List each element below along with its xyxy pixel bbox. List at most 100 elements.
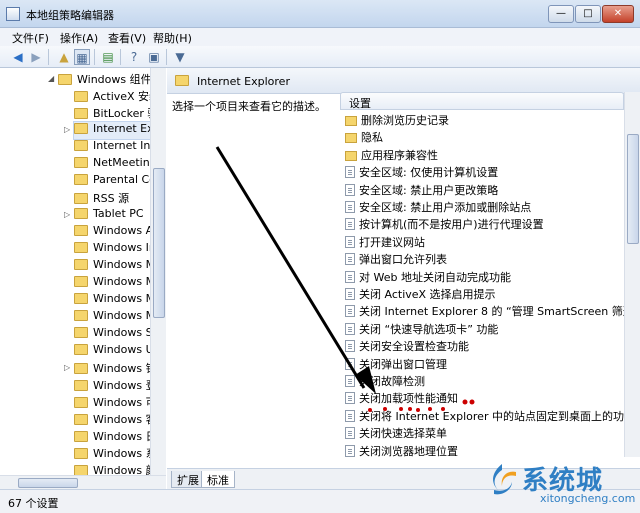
expand-icon[interactable]: ▷ [64, 210, 70, 219]
tree-item[interactable]: ▷ Windows 错 [64, 360, 157, 377]
policy-setting-row[interactable]: 关闭 ActiveX 选择启用提示 [340, 286, 624, 303]
tree-item[interactable]: Windows M [74, 275, 155, 292]
policy-setting-row[interactable]: 安全区域: 禁止用户更改策略 [340, 182, 624, 199]
tree-item[interactable]: Windows 颜 [74, 462, 157, 475]
tree-item[interactable]: Internet Info [74, 139, 161, 156]
tree-item[interactable]: Windows 客 [74, 411, 157, 428]
tree-item-internet-explorer[interactable]: ▷ Internet Exp [64, 121, 162, 140]
policy-setting-row[interactable]: 关闭 “快速导航选项卡” 功能 [340, 321, 624, 338]
tree-item-label: Windows 组件 [77, 73, 152, 86]
description-text: 选择一个项目来查看它的描述。 [172, 100, 326, 113]
policy-setting-row[interactable]: 安全区域: 仅使用计算机设置 [340, 164, 624, 181]
tree-item-label: Windows 可 [93, 396, 157, 409]
tree-item-label: Windows 错 [93, 362, 157, 375]
policy-setting-row[interactable]: 打开建议网站 [340, 234, 624, 251]
scrollbar-thumb[interactable] [153, 168, 165, 318]
tree-item[interactable]: Windows In [74, 241, 156, 258]
policy-setting-row[interactable]: 对 Web 地址关闭自动完成功能 [340, 269, 624, 286]
settings-vertical-scrollbar[interactable] [624, 92, 640, 457]
folder-icon [74, 174, 88, 185]
policy-setting-row[interactable]: 关闭浏览器地理位置 [340, 443, 624, 457]
tree-item-label: Windows Si [93, 326, 156, 339]
tree-item[interactable]: Windows Si [74, 326, 156, 343]
folder-icon [74, 380, 88, 391]
policy-setting-row[interactable]: 安全区域: 禁止用户添加或删除站点 [340, 199, 624, 216]
tab-extended[interactable]: 扩展 [171, 471, 205, 488]
tree-item[interactable]: Parental Co [74, 173, 156, 190]
policy-setting-row[interactable]: 关闭加载项性能通知 [340, 390, 624, 407]
tree-item[interactable]: Windows An [74, 224, 160, 241]
policy-setting-row[interactable]: 关闭故障检测 [340, 373, 624, 390]
folder-icon [74, 259, 88, 270]
tree-item[interactable]: Windows 可 [74, 394, 157, 411]
tree-item-label: BitLocker 驱 [93, 107, 159, 120]
setting-label: 安全区域: 仅使用计算机设置 [359, 166, 499, 180]
tree-item[interactable]: Windows M [74, 258, 155, 275]
policy-setting-row[interactable]: 关闭安全设置检查功能 [340, 338, 624, 355]
settings-folder-row[interactable]: 隐私 [340, 129, 624, 146]
settings-folder-row[interactable]: 应用程序兼容性 [340, 147, 624, 164]
policy-setting-row[interactable]: 按计算机(而不是按用户)进行代理设置 [340, 216, 624, 233]
menu-help[interactable]: 帮助(H) [153, 30, 192, 46]
show-hide-tree-icon[interactable]: ▦ [74, 49, 90, 65]
filter-icon[interactable]: ▼ [172, 49, 188, 65]
policy-setting-row[interactable]: 弹出窗口允许列表 [340, 251, 624, 268]
policy-setting-icon [345, 444, 355, 457]
menu-view[interactable]: 查看(V) [108, 30, 146, 46]
close-button[interactable]: ✕ [602, 5, 634, 23]
setting-label: 关闭安全设置检查功能 [359, 340, 469, 354]
tree-item[interactable]: Windows Up [74, 343, 161, 360]
collapse-icon[interactable]: ◢ [48, 74, 54, 83]
tree-horizontal-scrollbar[interactable] [0, 475, 166, 489]
menu-file[interactable]: 文件(F) [12, 30, 49, 46]
tree-item[interactable]: RSS 源 [74, 190, 129, 207]
up-folder-icon[interactable]: ▲ [56, 49, 72, 65]
folder-icon [74, 157, 88, 168]
folder-icon [58, 74, 72, 85]
policy-setting-icon [345, 340, 355, 353]
tree-vertical-scrollbar[interactable] [150, 68, 166, 475]
folder-icon [74, 448, 88, 459]
expand-icon[interactable]: ▷ [64, 125, 70, 134]
tree-item[interactable]: Windows 日 [74, 428, 157, 445]
setting-label: 隐私 [361, 131, 383, 145]
scrollbar-thumb[interactable] [627, 134, 639, 244]
maximize-button[interactable]: □ [575, 5, 601, 23]
tree-item[interactable]: ActiveX 安装 [74, 88, 160, 105]
tree-item-label: Windows M [93, 292, 156, 305]
expand-icon[interactable]: ▷ [64, 363, 70, 372]
tree-item[interactable]: ▷ Tablet PC [64, 207, 144, 224]
tree-item[interactable]: Windows 系 [74, 445, 157, 462]
tree-item-windows-components[interactable]: ◢ Windows 组件 [48, 71, 152, 88]
menu-action[interactable]: 操作(A) [60, 30, 98, 46]
policy-setting-icon [345, 253, 355, 266]
back-arrow-icon[interactable]: ◀ [10, 49, 26, 65]
tree-item[interactable]: Windows M [74, 292, 155, 309]
policy-setting-icon [345, 183, 355, 196]
column-header-setting[interactable]: 设置 [340, 92, 624, 110]
policy-setting-icon [345, 166, 355, 179]
window-title: 本地组策略编辑器 [26, 9, 114, 22]
policy-setting-row[interactable]: 关闭弹出窗口管理 [340, 356, 624, 373]
details-header: Internet Explorer [167, 68, 640, 94]
tree-item[interactable]: Windows M [74, 309, 155, 326]
policy-setting-row[interactable]: 关闭将 Internet Explorer 中的站点固定到桌面上的功能 [340, 408, 624, 425]
export-list-icon[interactable]: ▤ [100, 49, 116, 65]
help-icon[interactable]: ? [126, 49, 142, 65]
policy-setting-icon [345, 288, 355, 300]
policy-setting-row[interactable]: 关闭 Internet Explorer 8 的 “管理 SmartScreen… [340, 303, 624, 320]
tree-item[interactable]: Windows 登 [74, 377, 157, 394]
settings-folder-row[interactable]: 删除浏览历史记录 [340, 112, 624, 129]
properties-icon[interactable]: ▣ [146, 49, 162, 65]
tab-standard[interactable]: 标准 [201, 471, 235, 488]
minimize-button[interactable]: — [548, 5, 574, 23]
setting-label: 关闭故障检测 [359, 375, 425, 388]
tree-item[interactable]: BitLocker 驱 [74, 105, 158, 122]
setting-label: 安全区域: 禁止用户添加或删除站点 [359, 201, 532, 214]
setting-label: 关闭 ActiveX 选择启用提示 [359, 288, 496, 301]
scrollbar-thumb[interactable] [18, 478, 78, 488]
forward-arrow-icon[interactable]: ▶ [28, 49, 44, 65]
policy-setting-row[interactable]: 关闭快速选择菜单 [340, 425, 624, 442]
tree-item[interactable]: NetMeeting [74, 156, 157, 173]
tree-item-label: Windows M [93, 258, 156, 271]
